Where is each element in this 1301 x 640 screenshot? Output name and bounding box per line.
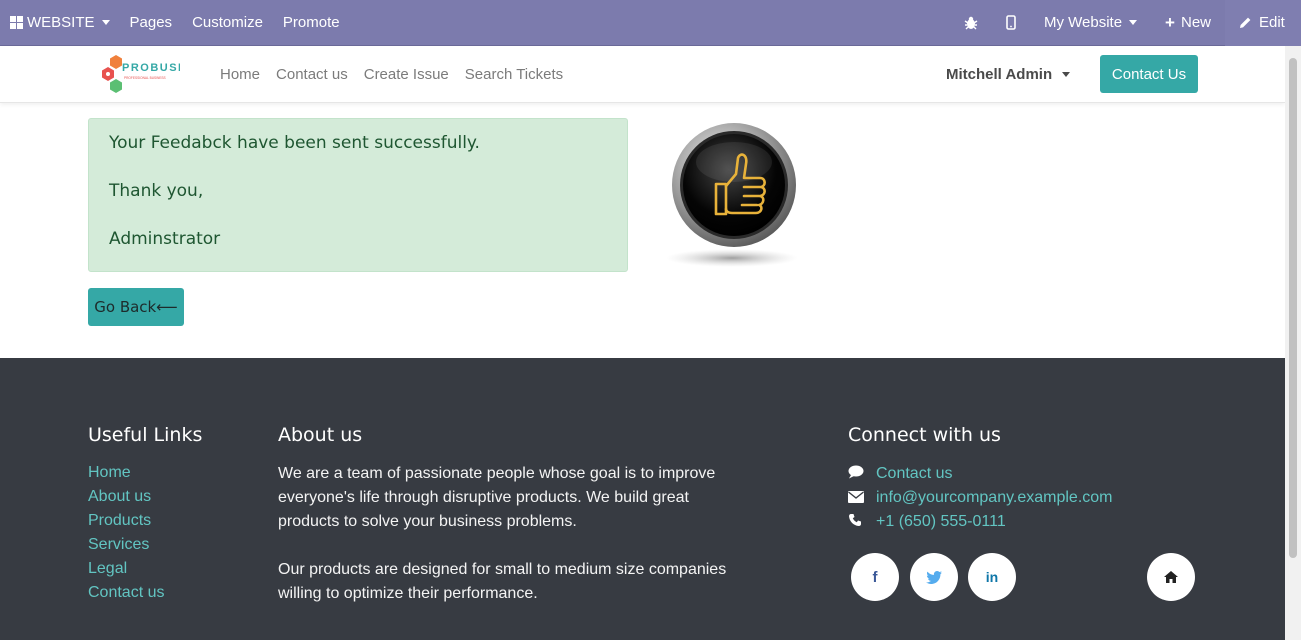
admin-bar: WEBSITE Pages Customize Promote My Websi… bbox=[0, 0, 1301, 46]
bug-icon bbox=[964, 16, 978, 29]
connect-contact[interactable]: Contact us bbox=[848, 462, 1113, 486]
success-alert: Your Feedabck have been sent successfull… bbox=[88, 118, 628, 272]
alert-signature: Adminstrator bbox=[109, 229, 221, 249]
alert-message: Your Feedabck have been sent successfull… bbox=[109, 133, 480, 153]
site-header: PROBUSE PROFESSIONAL BUSINESS Home Conta… bbox=[0, 46, 1285, 103]
plus-icon: + bbox=[1165, 12, 1175, 32]
scrollbar-thumb[interactable] bbox=[1289, 58, 1297, 558]
about-paragraph-1: We are a team of passionate people whose… bbox=[278, 465, 716, 530]
footer-link-contact[interactable]: Contact us bbox=[88, 582, 164, 606]
nav-home[interactable]: Home bbox=[212, 66, 268, 83]
linkedin-icon: in bbox=[985, 569, 999, 585]
about-text: We are a team of passionate people whose… bbox=[278, 462, 738, 630]
home-button[interactable] bbox=[1147, 553, 1195, 601]
footer-link-services[interactable]: Services bbox=[88, 534, 164, 558]
envelope-icon bbox=[848, 487, 876, 509]
twitter-button[interactable] bbox=[910, 553, 958, 601]
footer-link-about[interactable]: About us bbox=[88, 486, 164, 510]
useful-links-list: Home About us Products Services Legal Co… bbox=[88, 462, 164, 606]
comment-icon bbox=[848, 463, 876, 485]
footer-link-home[interactable]: Home bbox=[88, 462, 164, 486]
connect-phone-label: +1 (650) 555-0111 bbox=[876, 513, 1006, 530]
pencil-icon bbox=[1240, 17, 1251, 28]
my-website-label: My Website bbox=[1043, 14, 1123, 31]
nav-create-issue[interactable]: Create Issue bbox=[356, 66, 457, 83]
connect-phone[interactable]: +1 (650) 555-0111 bbox=[848, 510, 1113, 534]
customize-menu[interactable]: Customize bbox=[182, 0, 273, 46]
home-icon bbox=[1164, 571, 1178, 583]
new-label: New bbox=[1180, 14, 1211, 31]
company-logo[interactable]: PROBUSE PROFESSIONAL BUSINESS bbox=[100, 54, 185, 94]
footer-link-products[interactable]: Products bbox=[88, 510, 164, 534]
website-menu-label: WEBSITE bbox=[27, 14, 95, 31]
facebook-button[interactable]: f bbox=[851, 553, 899, 601]
facebook-icon: f bbox=[872, 568, 878, 586]
alert-thanks: Thank you, bbox=[109, 181, 204, 201]
linkedin-button[interactable]: in bbox=[968, 553, 1016, 601]
website-menu[interactable]: WEBSITE bbox=[0, 0, 120, 46]
chevron-down-icon bbox=[101, 20, 110, 25]
promote-menu[interactable]: Promote bbox=[273, 0, 350, 46]
connect-title: Connect with us bbox=[848, 424, 1001, 446]
edit-label: Edit bbox=[1259, 14, 1285, 31]
twitter-icon bbox=[926, 570, 942, 584]
chevron-down-icon bbox=[1129, 20, 1138, 25]
about-paragraph-2: Our products are designed for small to m… bbox=[278, 561, 727, 602]
user-name: Mitchell Admin bbox=[946, 65, 1053, 83]
phone-icon bbox=[848, 511, 876, 533]
connect-contact-label: Contact us bbox=[876, 465, 953, 482]
about-title: About us bbox=[278, 424, 363, 446]
edit-button[interactable]: Edit bbox=[1225, 0, 1301, 46]
nav-contact-us[interactable]: Contact us bbox=[268, 66, 356, 83]
main-nav: Home Contact us Create Issue Search Tick… bbox=[212, 46, 571, 102]
chevron-down-icon bbox=[1062, 71, 1071, 77]
connect-list: Contact us info@yourcompany.example.com … bbox=[848, 462, 1113, 534]
debug-button[interactable] bbox=[950, 0, 992, 46]
logo-text: PROBUSE bbox=[122, 62, 180, 74]
logo-subtext: PROFESSIONAL BUSINESS bbox=[124, 76, 166, 80]
thumbs-up-icon bbox=[664, 122, 800, 270]
apps-grid-icon bbox=[10, 16, 23, 29]
contact-us-button[interactable]: Contact Us bbox=[1100, 55, 1198, 93]
site-footer: Useful Links Home About us Products Serv… bbox=[0, 358, 1285, 640]
footer-link-legal[interactable]: Legal bbox=[88, 558, 164, 582]
mobile-preview-button[interactable] bbox=[992, 0, 1030, 46]
new-button[interactable]: + New bbox=[1151, 0, 1225, 46]
mobile-icon bbox=[1006, 15, 1016, 30]
pages-menu[interactable]: Pages bbox=[120, 0, 183, 46]
user-menu[interactable]: Mitchell Admin bbox=[946, 46, 1071, 102]
useful-links-title: Useful Links bbox=[88, 424, 203, 446]
nav-search-tickets[interactable]: Search Tickets bbox=[457, 66, 571, 83]
connect-email[interactable]: info@yourcompany.example.com bbox=[848, 486, 1113, 510]
page-scrollbar[interactable] bbox=[1285, 46, 1301, 640]
connect-email-label: info@yourcompany.example.com bbox=[876, 489, 1113, 506]
my-website-menu[interactable]: My Website bbox=[1030, 0, 1151, 46]
go-back-button[interactable]: Go Back⟵ bbox=[88, 288, 184, 326]
